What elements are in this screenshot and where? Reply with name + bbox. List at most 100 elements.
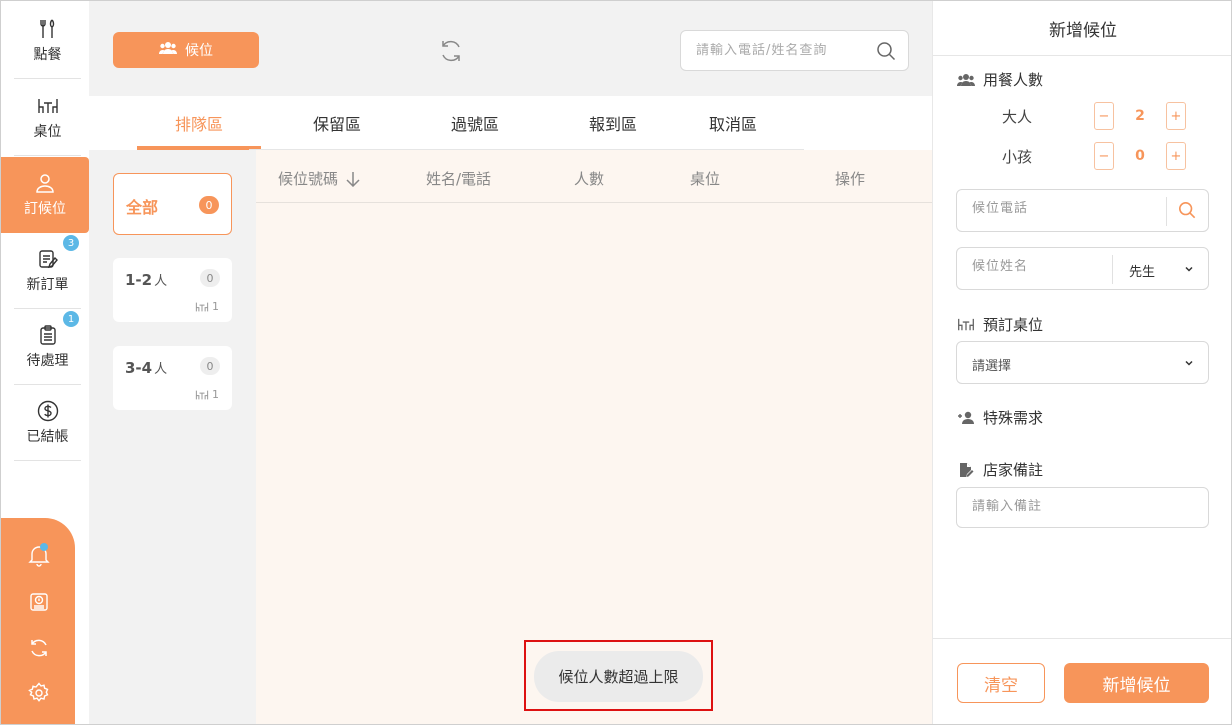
refresh-icon[interactable] — [438, 38, 464, 64]
chevron-down-icon — [1185, 266, 1193, 272]
nav-label: 訂候位 — [24, 201, 66, 217]
column-header-name: 姓名/電話 — [426, 170, 492, 188]
field-divider — [1166, 197, 1167, 226]
app-window: 點餐 桌位 訂候位 3 新訂單 1 待處理 已結帳 候位 請輸入電話/姓名查詢 … — [0, 0, 1232, 725]
sidebar-nav: 點餐 桌位 訂候位 3 新訂單 1 待處理 已結帳 — [1, 1, 89, 724]
column-header-table: 桌位 — [690, 170, 721, 188]
search-icon[interactable] — [1178, 201, 1198, 221]
party-size-section: 用餐人數 — [957, 69, 1043, 90]
sidebar-bottom-panel — [1, 518, 75, 724]
section-label: 特殊需求 — [983, 409, 1044, 427]
section-label: 預訂桌位 — [983, 316, 1044, 334]
title-select[interactable]: 先生 — [1113, 248, 1209, 289]
tab-checked-in[interactable]: 報到區 — [545, 96, 681, 150]
person-icon — [34, 172, 56, 194]
children-decrement-button[interactable]: − — [1094, 142, 1114, 170]
pending-badge: 1 — [63, 311, 79, 327]
filter-tables-count: 1 — [195, 388, 219, 401]
group-icon — [957, 71, 975, 89]
add-person-icon — [957, 409, 975, 427]
nav-label: 點餐 — [33, 46, 62, 63]
adults-increment-button[interactable]: + — [1166, 102, 1186, 130]
section-label: 用餐人數 — [983, 71, 1044, 89]
table-icon — [957, 316, 975, 334]
search-icon[interactable] — [876, 41, 896, 61]
nav-item-new-orders[interactable]: 3 新訂單 — [14, 233, 81, 309]
filter-label: 1-2 人 — [125, 271, 168, 289]
filter-label: 3-4 人 — [125, 359, 168, 377]
tab-skipped[interactable]: 過號區 — [407, 96, 543, 150]
adults-label: 大人 — [1002, 108, 1033, 126]
gear-icon[interactable] — [27, 681, 51, 705]
bell-icon[interactable] — [27, 543, 51, 567]
sort-down-icon — [346, 171, 360, 187]
utensils-icon — [37, 18, 59, 40]
adults-stepper: − 2 + — [1094, 102, 1186, 130]
sync-icon[interactable] — [27, 636, 51, 660]
nav-item-checked-out[interactable]: 已結帳 — [14, 385, 81, 461]
search-box — [680, 30, 909, 71]
filter-label: 全部 — [126, 198, 159, 217]
column-header-actions: 操作 — [835, 170, 866, 188]
note-field — [956, 487, 1209, 528]
children-label: 小孩 — [1002, 148, 1033, 166]
nav-item-reservation[interactable]: 訂候位 — [1, 157, 89, 233]
add-waitlist-button[interactable]: 新增候位 — [1064, 663, 1209, 703]
dollar-icon — [37, 400, 59, 422]
adults-value: 2 — [1135, 108, 1145, 124]
filter-tables-count: 1 — [195, 300, 219, 313]
panel-title: 新增候位 — [933, 1, 1231, 56]
filter-count-badge: 0 — [200, 269, 220, 287]
table-select-value: 請選擇 — [972, 359, 1012, 374]
filter-all[interactable]: 全部 0 — [113, 173, 232, 235]
chevron-down-icon — [1185, 360, 1193, 366]
special-requests-section[interactable]: 特殊需求 — [957, 407, 1043, 428]
nav-label: 桌位 — [33, 123, 62, 140]
nav-item-tables[interactable]: 桌位 — [14, 80, 81, 156]
cashbox-icon[interactable] — [27, 590, 51, 614]
nav-label: 待處理 — [26, 352, 69, 369]
note-input[interactable] — [972, 499, 1152, 514]
phone-field — [956, 189, 1209, 232]
nav-item-order[interactable]: 點餐 — [14, 3, 81, 79]
children-value: 0 — [1135, 148, 1145, 164]
nav-label: 新訂單 — [26, 276, 69, 293]
tab-cancelled[interactable]: 取消區 — [665, 96, 801, 150]
filter-count-badge: 0 — [199, 196, 219, 214]
order-edit-icon — [37, 248, 59, 270]
name-field: 先生 — [956, 247, 1209, 290]
waitlist-button-label: 候位 — [185, 43, 213, 59]
nav-label: 已結帳 — [26, 428, 69, 445]
waitlist-table: 候位號碼 姓名/電話 人數 桌位 操作 — [256, 150, 932, 724]
nav-item-pending[interactable]: 1 待處理 — [14, 309, 81, 385]
phone-input[interactable] — [972, 201, 1152, 216]
filter-party-1-2[interactable]: 1-2 人 0 1 — [113, 258, 232, 322]
filter-party-3-4[interactable]: 3-4 人 0 1 — [113, 346, 232, 410]
section-label: 店家備註 — [983, 461, 1044, 479]
store-note-section: 店家備註 — [957, 459, 1043, 480]
clear-button[interactable]: 清空 — [957, 663, 1045, 703]
children-increment-button[interactable]: + — [1166, 142, 1186, 170]
adults-decrement-button[interactable]: − — [1094, 102, 1114, 130]
children-stepper: − 0 + — [1094, 142, 1186, 170]
search-input[interactable] — [696, 43, 866, 58]
tab-reserved[interactable]: 保留區 — [269, 96, 405, 150]
toast-message: 候位人數超過上限 — [534, 651, 703, 702]
column-header-party: 人數 — [574, 170, 605, 188]
new-orders-badge: 3 — [63, 235, 79, 251]
table-section: 預訂桌位 — [957, 314, 1043, 335]
status-tabs: 排隊區 保留區 過號區 報到區 取消區 — [89, 96, 932, 150]
tab-queue[interactable]: 排隊區 — [131, 96, 267, 150]
note-edit-icon — [957, 461, 975, 479]
clipboard-icon — [37, 324, 59, 346]
group-icon — [159, 41, 177, 59]
panel-footer: 清空 新增候位 — [933, 638, 1231, 724]
waitlist-button[interactable]: 候位 — [113, 32, 259, 68]
add-waitlist-panel: 新增候位 用餐人數 大人 − 2 + 小孩 − 0 + 候位電話 候位姓名 先生… — [932, 1, 1231, 724]
table-header: 候位號碼 姓名/電話 人數 桌位 操作 — [256, 150, 932, 203]
table-icon — [37, 95, 59, 117]
column-header-number[interactable]: 候位號碼 — [278, 168, 360, 189]
filter-count-badge: 0 — [200, 357, 220, 375]
title-select-value: 先生 — [1129, 265, 1156, 280]
table-select[interactable]: 請選擇 — [956, 341, 1209, 384]
